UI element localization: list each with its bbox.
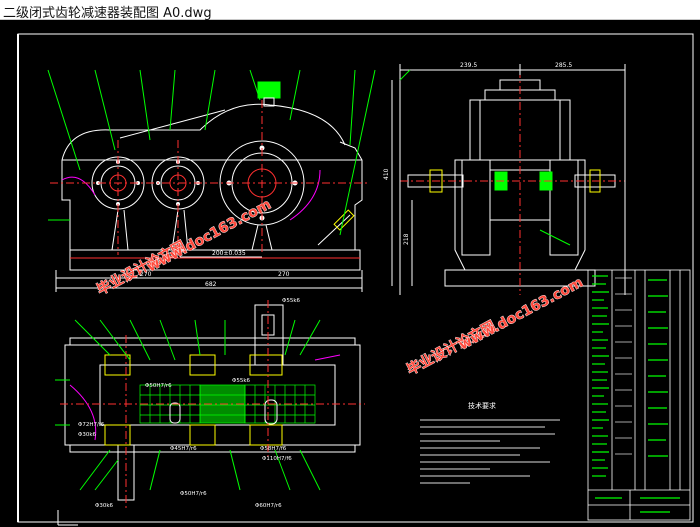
dim-front-right: 270 xyxy=(278,271,290,278)
parts-list-rows-white xyxy=(615,277,632,455)
dim-plan-right1: Φ58H7/f6 xyxy=(260,446,287,452)
side-view xyxy=(391,64,626,295)
dim-plan-left2: Φ30k6 xyxy=(78,432,97,438)
parts-list-rows xyxy=(592,275,680,513)
cad-drawing: 270 682 270 200±0.035 239.5 285.5 410 21… xyxy=(17,33,694,526)
watermark-url-1: www.doc163.com xyxy=(144,197,274,276)
window-title: 二级闭式齿轮减速器装配图 A0.dwg xyxy=(3,6,212,21)
dim-plan-bot1: Φ30k6 xyxy=(95,503,114,509)
dim-front-total: 682 xyxy=(205,281,217,288)
dim-front-center: 200±0.035 xyxy=(212,250,246,257)
notes-title: 技术要求 xyxy=(468,401,496,410)
dim-plan-mid1: Φ50H7/r6 xyxy=(145,383,172,389)
plan-view xyxy=(55,300,365,510)
dim-plan-bot3: Φ60H7/r6 xyxy=(255,503,282,509)
dim-plan-mid3: Φ55k6 xyxy=(232,378,251,384)
dim-side-height: 410 xyxy=(383,168,390,180)
cad-drawing-canvas[interactable]: 270 682 270 200±0.035 239.5 285.5 410 21… xyxy=(0,20,700,527)
dim-plan-shaft-top: Φ55k6 xyxy=(282,298,301,304)
ucs-icon xyxy=(57,510,78,526)
dim-side-height2: 218 xyxy=(403,233,410,245)
dim-plan-mid2: Φ45H7/r6 xyxy=(170,446,197,452)
dim-plan-bot2: Φ50H7/r6 xyxy=(180,491,207,497)
technical-notes: 技术要求 xyxy=(420,401,560,484)
dim-plan-left1: Φ72H7/f6 xyxy=(78,422,105,428)
dim-side-left: 239.5 xyxy=(460,62,477,69)
front-view xyxy=(47,69,376,292)
dim-plan-right2: Φ110H7/f6 xyxy=(262,456,292,462)
dim-side-right: 285.5 xyxy=(555,62,572,69)
window-titlebar: 二级闭式齿轮减速器装配图 A0.dwg xyxy=(0,0,700,21)
